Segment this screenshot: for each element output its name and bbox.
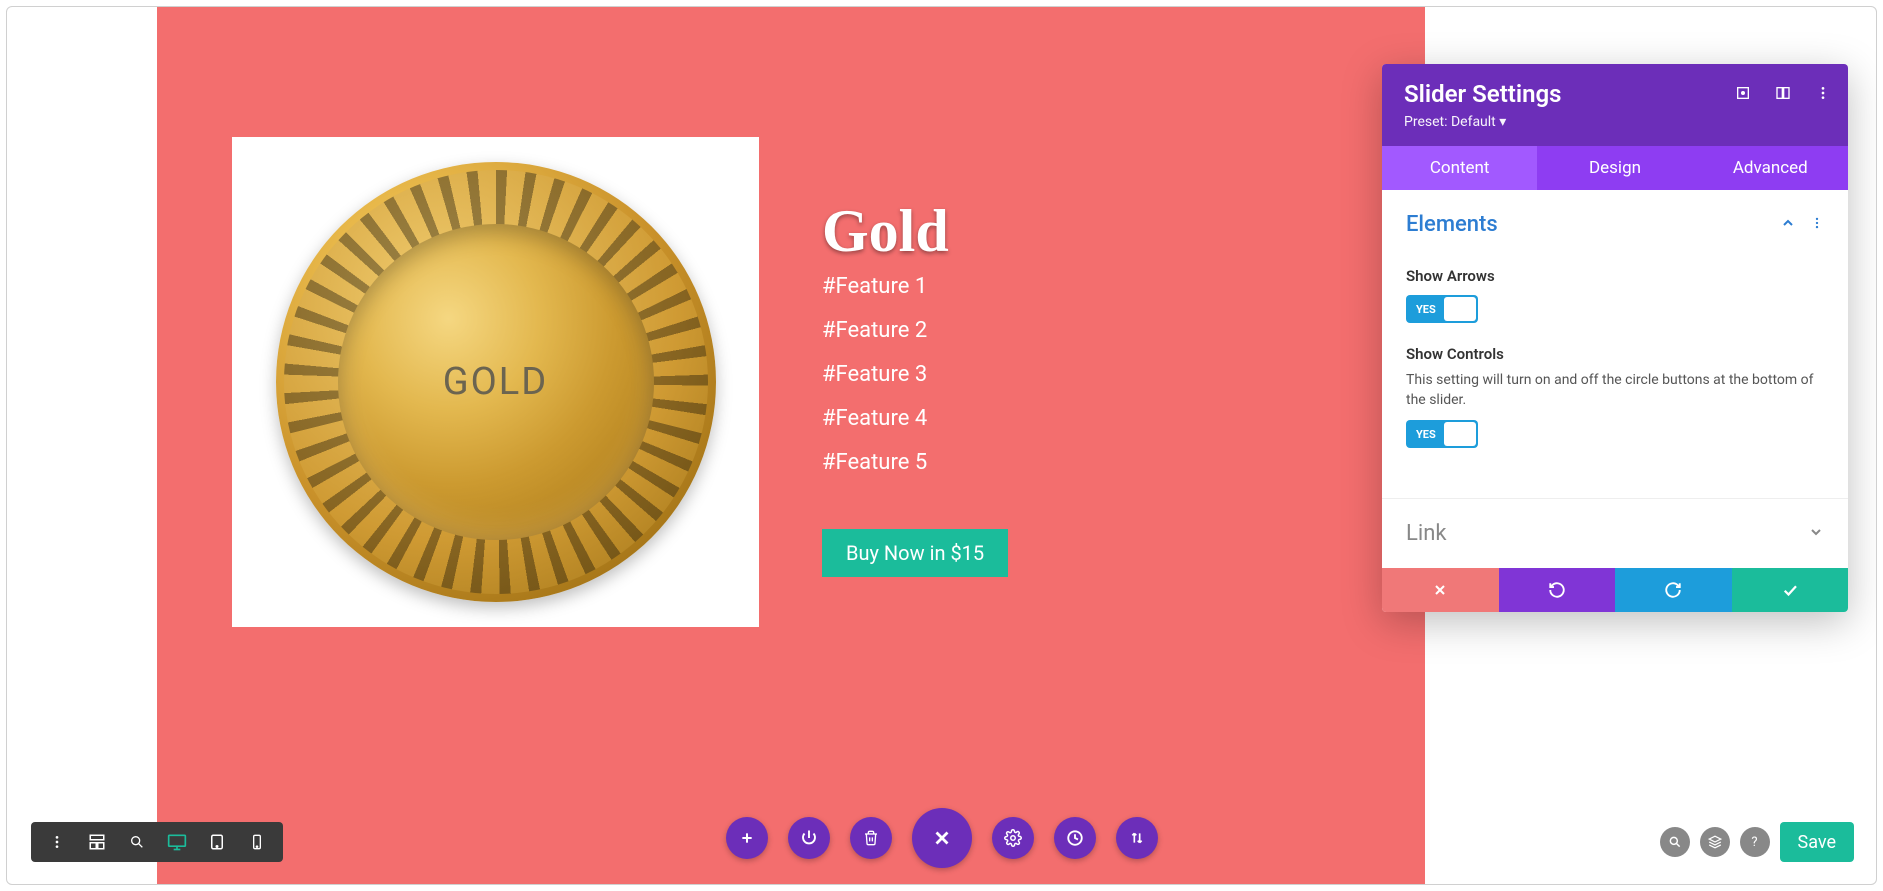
feature-item: #Feature 4: [822, 397, 927, 441]
wireframe-icon[interactable]: [77, 822, 117, 862]
tab-advanced[interactable]: Advanced: [1693, 146, 1848, 190]
sort-button[interactable]: [1116, 817, 1158, 859]
show-controls-desc: This setting will turn on and off the ci…: [1406, 371, 1824, 410]
feature-item: #Feature 1: [822, 265, 927, 309]
tab-design[interactable]: Design: [1537, 146, 1692, 190]
builder-toolbar: [726, 808, 1158, 868]
show-controls-toggle[interactable]: YES: [1406, 420, 1478, 448]
save-button[interactable]: Save: [1780, 822, 1855, 862]
slide-title: Gold: [822, 197, 949, 266]
phone-icon[interactable]: [237, 822, 277, 862]
tablet-icon[interactable]: [197, 822, 237, 862]
help-icon[interactable]: ?: [1740, 827, 1770, 857]
layers-icon[interactable]: [1700, 827, 1730, 857]
kebab-icon[interactable]: [1814, 84, 1832, 102]
page-canvas: GOLD Gold #Feature 1 #Feature 2 #Feature…: [157, 7, 1425, 884]
zoom-icon[interactable]: [117, 822, 157, 862]
section-link[interactable]: Link: [1382, 498, 1848, 568]
slider-settings-panel: Slider Settings Preset: Default ▾ Conten…: [1382, 64, 1848, 612]
add-button[interactable]: [726, 817, 768, 859]
responsive-toolbar: [31, 822, 283, 862]
history-button[interactable]: [1054, 817, 1096, 859]
chevron-down-icon: [1808, 524, 1824, 544]
expand-icon[interactable]: [1734, 84, 1752, 102]
columns-icon[interactable]: [1774, 84, 1792, 102]
trash-button[interactable]: [850, 817, 892, 859]
power-button[interactable]: [788, 817, 830, 859]
feature-item: #Feature 5: [822, 441, 927, 485]
panel-undo-button[interactable]: [1499, 568, 1616, 612]
panel-tabs: Content Design Advanced: [1382, 146, 1848, 190]
show-arrows-label: Show Arrows: [1406, 267, 1824, 285]
panel-body: Show Arrows YES Show Controls This setti…: [1382, 243, 1848, 472]
search-icon[interactable]: [1660, 827, 1690, 857]
gear-button[interactable]: [992, 817, 1034, 859]
show-arrows-toggle[interactable]: YES: [1406, 295, 1478, 323]
kebab-icon[interactable]: [1810, 215, 1824, 235]
chevron-up-icon[interactable]: [1780, 215, 1796, 235]
slide-image-box: GOLD: [232, 137, 759, 627]
feature-item: #Feature 3: [822, 353, 927, 397]
buy-now-button[interactable]: Buy Now in $15: [822, 529, 1008, 577]
section-link-title: Link: [1406, 521, 1447, 546]
toggle-value: YES: [1416, 428, 1436, 441]
tab-content[interactable]: Content: [1382, 146, 1537, 190]
show-controls-label: Show Controls: [1406, 345, 1824, 363]
panel-confirm-button[interactable]: [1732, 568, 1849, 612]
toggle-value: YES: [1416, 303, 1436, 316]
kebab-icon[interactable]: [37, 822, 77, 862]
section-elements-title[interactable]: Elements: [1406, 212, 1498, 237]
feature-list: #Feature 1 #Feature 2 #Feature 3 #Featur…: [822, 265, 927, 485]
panel-preset[interactable]: Preset: Default ▾: [1404, 114, 1826, 130]
panel-footer: [1382, 568, 1848, 612]
save-toolbar: ? Save: [1660, 822, 1855, 862]
close-builder-button[interactable]: [912, 808, 972, 868]
panel-close-button[interactable]: [1382, 568, 1499, 612]
feature-item: #Feature 2: [822, 309, 927, 353]
desktop-icon[interactable]: [157, 822, 197, 862]
gold-coin: GOLD: [276, 162, 716, 602]
panel-header[interactable]: Slider Settings Preset: Default ▾: [1382, 64, 1848, 146]
panel-redo-button[interactable]: [1615, 568, 1732, 612]
coin-text: GOLD: [443, 360, 548, 404]
